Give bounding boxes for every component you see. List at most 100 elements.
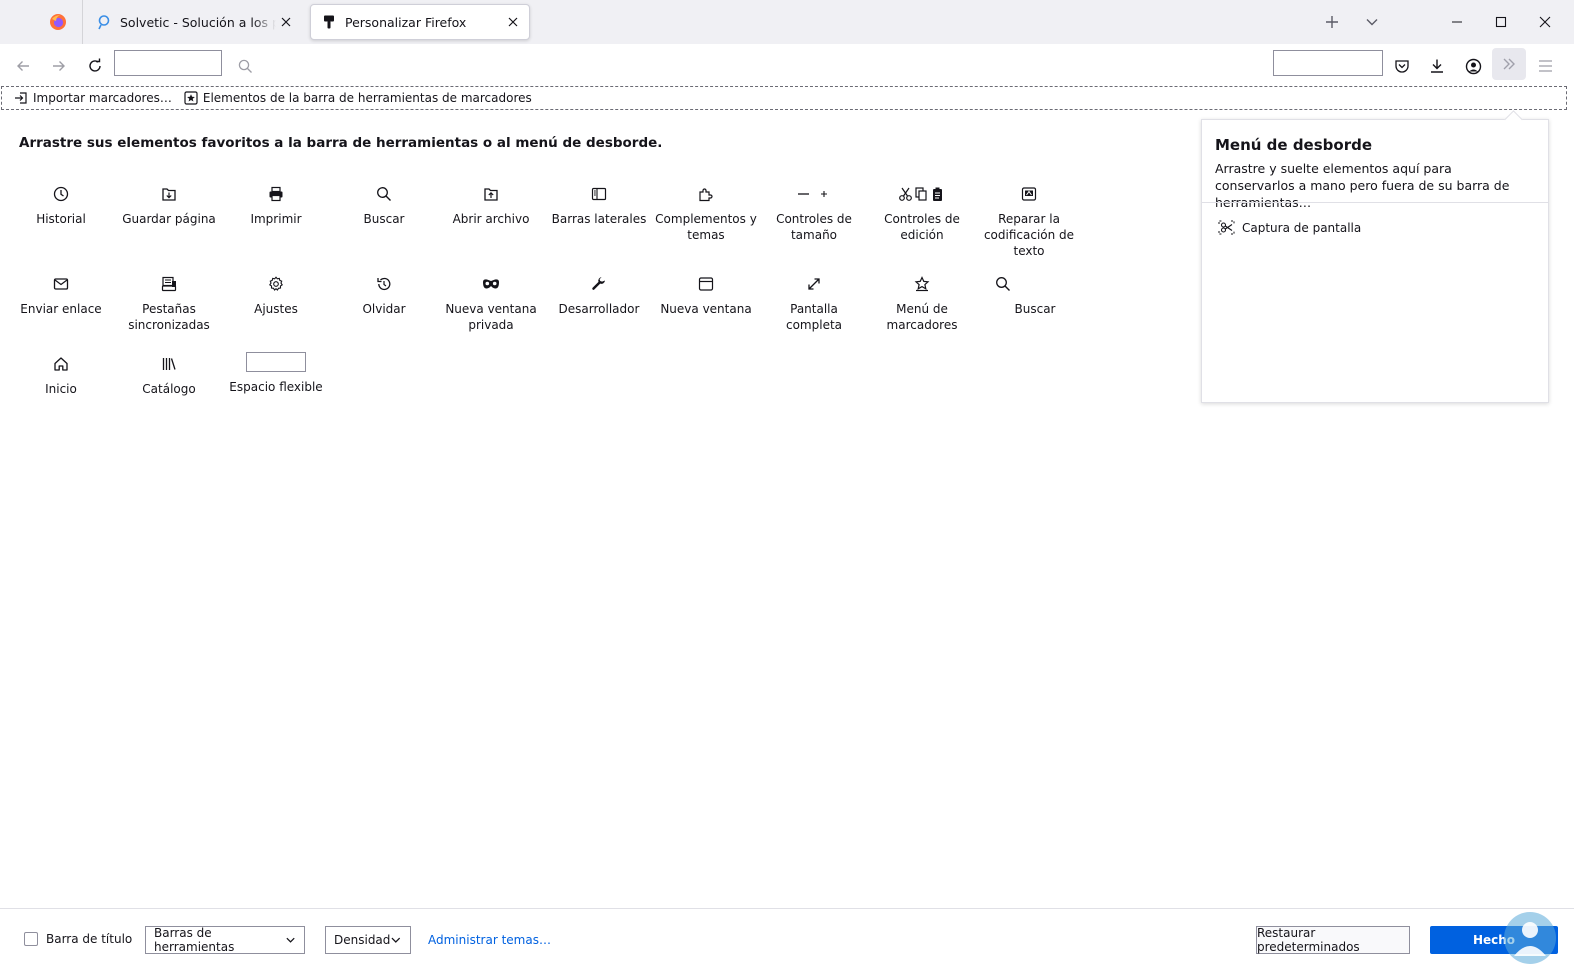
close-icon [281,17,291,27]
palette-item-label: Nueva ventana [660,302,752,316]
solvetic-favicon-icon [98,15,110,30]
navigation-toolbar [0,44,1574,86]
palette-item-imprimir[interactable]: Imprimir [223,180,329,227]
print-icon [269,186,283,202]
search-bar-placeholder[interactable] [1273,50,1383,76]
bookmark-star-icon [914,276,930,292]
text-encoding-icon [1021,187,1037,201]
palette-item-catalogo[interactable]: Catálogo [116,350,222,397]
downloads-button[interactable] [1424,53,1450,79]
restore-defaults-label: Restaurar predeterminados [1257,926,1360,954]
bookmarks-toolbar-items[interactable]: Elementos de la barra de herramientas de… [184,91,532,105]
customize-footer: Barra de título Barras de herramientas D… [0,908,1574,972]
import-bookmarks-button[interactable]: Importar marcadores… [14,91,172,105]
back-button[interactable] [10,53,36,79]
new-tab-button[interactable] [1320,10,1344,34]
url-bar-placeholder[interactable] [114,50,222,76]
reload-button[interactable] [82,53,108,79]
account-icon [1465,58,1481,74]
tab-close-button[interactable] [503,12,523,32]
palette-item-pantalla-completa[interactable]: Pantalla completa [761,270,867,333]
density-dropdown[interactable]: Densidad [325,926,411,954]
clock-icon [53,186,69,202]
toolbars-dropdown-label: Barras de herramientas [154,926,235,954]
tab-solvetic[interactable]: Solvetic - Solución a los problemas info… [88,4,302,40]
forward-button[interactable] [46,53,72,79]
checkbox-box[interactable] [24,932,38,946]
palette-item-label: Pantalla completa [785,302,843,332]
palette-item-pestanas-sincronizadas[interactable]: Pestañas sincronizadas [116,270,222,333]
title-bar-checkbox[interactable]: Barra de título [24,932,132,946]
tab-personalizar[interactable]: Personalizar Firefox [310,4,530,40]
palette-item-reparar-codificacion[interactable]: Reparar la codificación de texto [976,180,1082,259]
private-mask-icon [483,279,499,289]
bookmarks-toolbar-items-label: Elementos de la barra de herramientas de… [202,91,532,105]
bookmarks-toolbar: Importar marcadores… Elementos de la bar… [1,86,1567,110]
import-icon [15,92,27,104]
pocket-button[interactable] [1389,53,1415,79]
palette-item-controles-tamano[interactable]: Controles de tamaño [761,180,867,243]
palette-item-barras-laterales[interactable]: Barras laterales [546,180,652,227]
import-bookmarks-label: Importar marcadores… [33,91,172,105]
palette-item-desarrollador[interactable]: Desarrollador [546,270,652,317]
overflow-menu-button[interactable] [1492,48,1526,80]
manage-themes-link[interactable]: Administrar temas… [428,933,551,947]
edit-controls-icon [899,187,942,201]
arrow-left-icon [17,61,29,71]
list-all-tabs-button[interactable] [1360,10,1384,34]
overflow-menu-panel: Menú de desborde Arrastre y suelte eleme… [1201,110,1549,403]
fullscreen-icon [808,278,820,290]
account-button[interactable] [1460,53,1486,79]
palette-item-buscar-2[interactable]: Buscar [956,270,1062,317]
palette-item-label: Controles de edición [884,212,960,242]
palette-item-controles-edicion[interactable]: Controles de edición [869,180,975,243]
palette-item-guardar-pagina[interactable]: Guardar página [116,180,222,227]
restore-defaults-button[interactable]: Restaurar predeterminados [1256,926,1410,954]
palette-item-ajustes[interactable]: Ajustes [223,270,329,317]
tab-strip: Solvetic - Solución a los problemas info… [0,0,1574,44]
maximize-button[interactable] [1478,0,1524,44]
arrow-right-icon [53,61,65,71]
palette-item-label: Pestañas sincronizadas [128,302,210,332]
palette-item-enviar-enlace[interactable]: Enviar enlace [8,270,114,317]
search-button[interactable] [232,53,258,79]
palette-item-complementos[interactable]: Complementos y temas [653,180,759,243]
plus-icon [1326,16,1338,28]
palette-item-olvidar[interactable]: Olvidar [331,270,437,317]
tab-title: Personalizar Firefox [345,14,467,30]
toolbars-dropdown[interactable]: Barras de herramientas [145,926,305,954]
palette-item-historial[interactable]: Historial [8,180,114,227]
maximize-icon [1495,16,1507,28]
wrench-icon [592,277,605,290]
customize-instructions: Arrastre sus elementos favoritos a la ba… [19,135,663,151]
reload-icon [89,58,101,72]
overflow-item-captura[interactable]: Captura de pantalla [1218,220,1361,235]
palette-item-inicio[interactable]: Inicio [8,350,114,397]
palette-item-buscar[interactable]: Buscar [331,180,437,227]
firefox-view-button[interactable] [38,8,78,36]
palette-item-label: Catálogo [142,382,196,396]
palette-item-label: Complementos y temas [655,212,757,242]
search-icon [238,59,252,73]
minimize-button[interactable] [1434,0,1480,44]
palette-item-espacio-flexible[interactable]: Espacio flexible [223,348,329,395]
chevron-down-icon [286,937,295,943]
synced-tabs-icon [161,276,177,292]
save-page-icon [162,188,176,201]
palette-item-label: Barras laterales [551,212,647,226]
app-menu-button[interactable] [1532,53,1558,79]
palette-item-label: Nueva ventana privada [445,302,537,332]
palette-item-nueva-ventana[interactable]: Nueva ventana [653,270,759,317]
overflow-item-label: Captura de pantalla [1242,220,1362,235]
palette-item-label: Abrir archivo [452,212,530,226]
palette-item-abrir-archivo[interactable]: Abrir archivo [438,180,544,227]
panel-arrow [1504,110,1523,129]
puzzle-icon [699,188,713,202]
tab-close-button[interactable] [276,12,296,32]
title-bar-label: Barra de título [46,932,133,946]
palette-item-nueva-ventana-privada[interactable]: Nueva ventana privada [438,270,544,333]
palette-item-label: Imprimir [250,212,302,226]
tab-title: Solvetic - Solución a los problemas info… [120,14,276,30]
close-window-button[interactable] [1522,0,1568,44]
bookmark-star-icon [184,91,198,105]
